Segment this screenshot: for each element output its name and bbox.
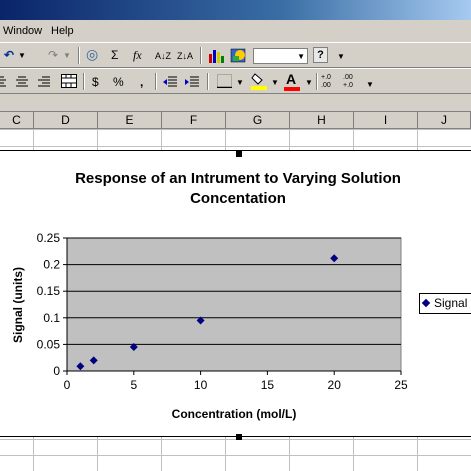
x-tick-label: 10 [194, 378, 208, 392]
grid-column-line [97, 437, 98, 471]
grid-column-line [161, 437, 162, 471]
grid-column-line [353, 129, 354, 150]
increase-indent-icon[interactable] [185, 75, 199, 87]
toolbar-options-icon[interactable]: ▼ [337, 52, 345, 61]
menu-window[interactable]: Window [3, 25, 42, 37]
chart-title-line-2: Concentation [190, 190, 286, 207]
font-color-swatch [284, 87, 300, 91]
undo-icon[interactable]: ↶ [4, 47, 14, 63]
x-axis-label: Concentration (mol/L) [172, 407, 297, 421]
align-center-icon[interactable] [16, 75, 28, 87]
column-header-j[interactable]: J [418, 112, 471, 129]
chart-resize-handle-bottom[interactable] [236, 434, 242, 440]
comma-style-button[interactable]: , [140, 74, 143, 90]
align-center-icon[interactable] [0, 75, 6, 87]
grid-column-line [353, 437, 354, 471]
autosum-button[interactable]: Σ [111, 47, 118, 63]
grid-column-line [225, 437, 226, 471]
decrease-indent-icon[interactable] [163, 75, 177, 87]
legend-marker-icon [421, 298, 431, 308]
percent-button[interactable]: % [113, 74, 124, 90]
column-header-i[interactable]: I [354, 112, 418, 129]
formula-bar [0, 94, 471, 112]
redo-dropdown-icon[interactable]: ▼ [63, 51, 71, 60]
toolbar-separator [78, 47, 80, 64]
legend-entry-signal: Signal [434, 296, 468, 310]
grid-column-line [33, 437, 34, 471]
merge-center-icon[interactable] [61, 74, 77, 88]
y-tick-label: 0.1 [43, 311, 60, 325]
y-tick-label: 0.05 [37, 337, 61, 351]
toolbar-separator [200, 47, 202, 64]
fill-color-dropdown-icon[interactable]: ▼ [271, 78, 279, 87]
y-tick-label: 0.2 [43, 258, 60, 272]
zoom-dropdown-icon[interactable]: ▼ [297, 52, 305, 61]
sort-ascending-button[interactable]: A↓Z [155, 48, 171, 64]
column-header-c[interactable]: C [0, 112, 34, 129]
grid-column-line [161, 129, 162, 150]
y-tick-label: 0.25 [37, 231, 61, 245]
chart-legend[interactable]: Signal [419, 293, 471, 314]
menu-bar: Window Help [0, 20, 471, 42]
grid-column-line [289, 437, 290, 471]
x-tick-label: 20 [328, 378, 342, 392]
scatter-chart: Response of an Intrument to Varying Solu… [11, 170, 408, 421]
grid-column-line [33, 129, 34, 150]
column-header-g[interactable]: G [226, 112, 290, 129]
standard-toolbar: ↶ ▼ ↷ ▼ ◎ Σ fx A↓Z Z↓A ▼ ? ▼ [0, 42, 471, 68]
decrease-decimal-button[interactable]: .00 +.0 [343, 74, 363, 90]
align-right-icon[interactable] [38, 75, 50, 87]
borders-icon[interactable] [217, 74, 232, 89]
column-header-d[interactable]: D [34, 112, 98, 129]
y-axis-ticks: 0 0.05 0.1 0.15 0.2 0.25 [37, 231, 67, 378]
redo-icon[interactable]: ↷ [48, 47, 58, 63]
menu-help[interactable]: Help [51, 25, 74, 37]
toolbar-separator [83, 73, 85, 90]
x-tick-label: 15 [261, 378, 275, 392]
grid-column-line [97, 129, 98, 150]
font-color-dropdown-icon[interactable]: ▼ [305, 78, 313, 87]
hyperlink-icon[interactable]: ◎ [86, 46, 98, 62]
toolbar-separator [316, 73, 318, 90]
y-tick-label: 0.15 [37, 284, 61, 298]
window-title-bar [0, 0, 471, 20]
font-color-button[interactable]: A [286, 71, 296, 87]
help-button[interactable]: ? [313, 47, 328, 63]
chart-wizard-icon[interactable] [208, 48, 224, 63]
toolbar-options-icon[interactable]: ▼ [366, 80, 374, 89]
zoom-combo[interactable]: ▼ [253, 48, 308, 64]
column-header-f[interactable]: F [162, 112, 226, 129]
drawing-icon[interactable] [230, 47, 248, 64]
toolbar-separator [207, 73, 209, 90]
embedded-chart[interactable]: Response of an Intrument to Varying Solu… [0, 150, 471, 440]
formatting-toolbar: $ % , ▼ ▼ A ▼ +.0 .00 .00 +.0 ▼ [0, 68, 471, 94]
chart-title-line-1: Response of an Intrument to Varying Solu… [75, 170, 401, 187]
x-tick-label: 5 [130, 378, 137, 392]
grid-column-line [225, 129, 226, 150]
grid-column-line [417, 437, 418, 471]
increase-decimal-button[interactable]: +.0 .00 [321, 74, 341, 90]
function-button[interactable]: fx [133, 47, 142, 63]
chart-resize-handle-top[interactable] [236, 151, 242, 157]
grid-column-line [417, 129, 418, 150]
sort-descending-button[interactable]: Z↓A [177, 48, 193, 64]
grid-row-line [0, 146, 471, 147]
grid-row-line [0, 129, 471, 130]
y-axis-label: Signal (units) [11, 267, 25, 343]
toolbar-separator [155, 73, 157, 90]
currency-button[interactable]: $ [92, 74, 99, 90]
grid-column-line [289, 129, 290, 150]
undo-dropdown-icon[interactable]: ▼ [18, 51, 26, 60]
column-header-e[interactable]: E [98, 112, 162, 129]
x-tick-label: 25 [394, 378, 408, 392]
y-tick-label: 0 [53, 364, 60, 378]
borders-dropdown-icon[interactable]: ▼ [236, 78, 244, 87]
column-header-h[interactable]: H [290, 112, 354, 129]
x-tick-label: 0 [64, 378, 71, 392]
grid-row-line [0, 455, 471, 456]
fill-color-icon[interactable] [251, 72, 267, 90]
plot-area [66, 237, 402, 372]
